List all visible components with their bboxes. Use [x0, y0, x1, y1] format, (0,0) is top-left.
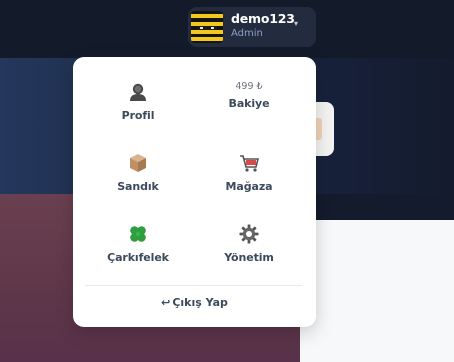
logout-label: Çıkış Yap: [172, 296, 228, 309]
menu-label-profile: Profil: [121, 109, 155, 122]
menu-divider: [85, 285, 303, 286]
content-background-dark: [300, 194, 454, 220]
menu-label-wheel: Çarkıfelek: [107, 251, 169, 264]
user-dropdown-menu: Profil 499 ₺ Bakiye Sandık Mağaza Çarkıf…: [73, 57, 316, 327]
content-panel: [300, 220, 454, 362]
person-silhouette-icon: [127, 81, 149, 103]
balance-amount: 499 ₺: [235, 81, 263, 92]
logout-button[interactable]: ↩ Çıkış Yap: [73, 296, 316, 314]
menu-label-store: Mağaza: [225, 180, 273, 193]
user-name: demo123: [231, 11, 295, 26]
return-arrow-icon: ↩: [161, 296, 171, 309]
menu-label-balance: Bakiye: [228, 97, 270, 110]
menu-item-store[interactable]: Mağaza: [197, 152, 301, 208]
menu-item-wheel[interactable]: Çarkıfelek: [86, 223, 190, 279]
user-role: Admin: [231, 28, 263, 39]
menu-label-admin: Yönetim: [224, 251, 274, 264]
shopping-cart-icon: [238, 152, 260, 174]
box-icon: [127, 152, 149, 174]
menu-label-chest: Sandık: [117, 180, 159, 193]
four-leaf-clover-icon: [127, 223, 149, 245]
gear-icon: [238, 223, 260, 245]
menu-item-balance[interactable]: 499 ₺ Bakiye: [197, 80, 301, 136]
menu-item-admin[interactable]: Yönetim: [197, 223, 301, 279]
user-menu-button[interactable]: demo123 Admin ▾: [188, 7, 316, 47]
avatar: [191, 11, 223, 43]
menu-item-profile[interactable]: Profil: [86, 81, 190, 137]
menu-item-chest[interactable]: Sandık: [86, 152, 190, 208]
chevron-down-icon: ▾: [294, 19, 299, 28]
